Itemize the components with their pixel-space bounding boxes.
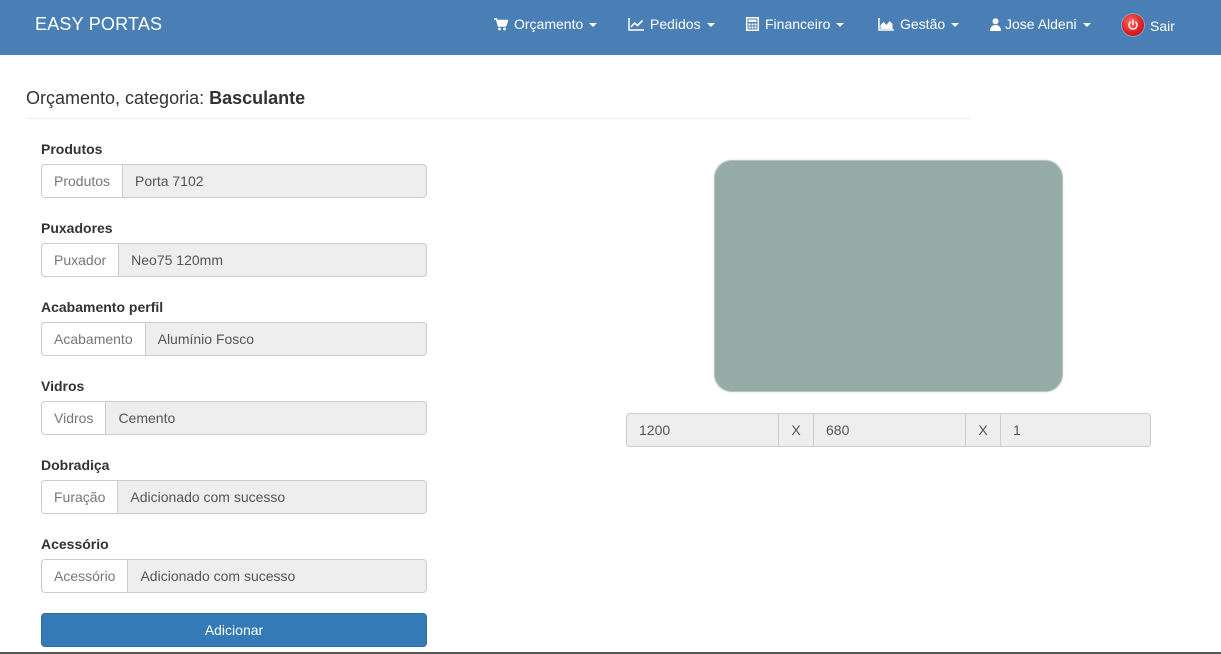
acessorio-addon: Acessório: [41, 559, 128, 593]
produtos-addon: Produtos: [41, 164, 123, 198]
top-navbar: EASY PORTAS Orçamento Pedidos Financeiro…: [0, 0, 1221, 55]
field-label-dobradica: Dobradiça: [41, 457, 110, 473]
nav-user-label: Jose Aldeni: [1005, 16, 1077, 32]
chevron-down-icon: [589, 22, 598, 27]
nav-orcamento-label: Orçamento: [514, 16, 584, 32]
page-title-prefix: Orçamento, categoria:: [26, 88, 205, 108]
furacao-addon: Furação: [41, 480, 118, 514]
acessorio-input-group[interactable]: Acessório Adicionado com sucesso: [41, 559, 427, 593]
nav-gestao-label: Gestão: [900, 16, 946, 32]
dobradica-field[interactable]: Adicionado com sucesso: [117, 480, 427, 514]
adicionar-button[interactable]: Adicionar: [41, 613, 427, 647]
vidros-field[interactable]: Cemento: [105, 401, 427, 435]
door-preview-image: [714, 160, 1063, 392]
height-field[interactable]: 680: [813, 413, 966, 447]
calculator-icon: [746, 17, 759, 31]
acabamento-input-group[interactable]: Acabamento Alumínio Fosco: [41, 322, 427, 356]
dimensions-group: 1200 X 680 X 1: [626, 413, 1151, 447]
chevron-down-icon: [836, 22, 845, 27]
user-icon: [990, 17, 1001, 31]
power-icon: [1122, 14, 1144, 36]
chevron-down-icon: [706, 22, 715, 27]
field-label-acessorio: Acessório: [41, 536, 109, 552]
chevron-down-icon: [1082, 22, 1091, 27]
line-chart-icon: [628, 17, 644, 31]
vidros-input-group[interactable]: Vidros Cemento: [41, 401, 427, 435]
quantity-field[interactable]: 1: [1000, 413, 1151, 447]
logout-label: Sair: [1150, 18, 1175, 34]
title-divider: [26, 118, 971, 119]
vidros-addon: Vidros: [41, 401, 106, 435]
area-chart-icon: [878, 17, 894, 31]
field-label-acabamento: Acabamento perfil: [41, 299, 164, 315]
nav-user-menu[interactable]: Jose Aldeni: [990, 16, 1091, 32]
puxador-field[interactable]: Neo75 120mm: [118, 243, 427, 277]
acabamento-addon: Acabamento: [41, 322, 145, 356]
separator-x: X: [966, 413, 1000, 447]
width-field[interactable]: 1200: [626, 413, 779, 447]
nav-financeiro[interactable]: Financeiro: [746, 16, 845, 32]
dobradica-input-group[interactable]: Furação Adicionado com sucesso: [41, 480, 427, 514]
acabamento-field[interactable]: Alumínio Fosco: [144, 322, 427, 356]
nav-gestao[interactable]: Gestão: [878, 16, 960, 32]
cart-icon: [494, 17, 508, 31]
nav-pedidos[interactable]: Pedidos: [628, 16, 715, 32]
separator-x: X: [779, 413, 813, 447]
page-title: Orçamento, categoria: Basculante: [26, 88, 305, 109]
acessorio-field[interactable]: Adicionado com sucesso: [127, 559, 427, 593]
produtos-field[interactable]: Porta 7102: [122, 164, 427, 198]
field-label-produtos: Produtos: [41, 141, 103, 157]
nav-pedidos-label: Pedidos: [650, 16, 701, 32]
brand-logo[interactable]: EASY PORTAS: [35, 14, 162, 35]
nav-financeiro-label: Financeiro: [765, 16, 831, 32]
logout-button[interactable]: Sair: [1122, 14, 1175, 36]
field-label-puxadores: Puxadores: [41, 220, 113, 236]
page-title-category: Basculante: [209, 88, 306, 108]
produtos-input-group[interactable]: Produtos Porta 7102: [41, 164, 427, 198]
puxador-addon: Puxador: [41, 243, 119, 277]
nav-orcamento[interactable]: Orçamento: [494, 16, 598, 32]
field-label-vidros: Vidros: [41, 378, 85, 394]
chevron-down-icon: [951, 22, 960, 27]
puxador-input-group[interactable]: Puxador Neo75 120mm: [41, 243, 427, 277]
